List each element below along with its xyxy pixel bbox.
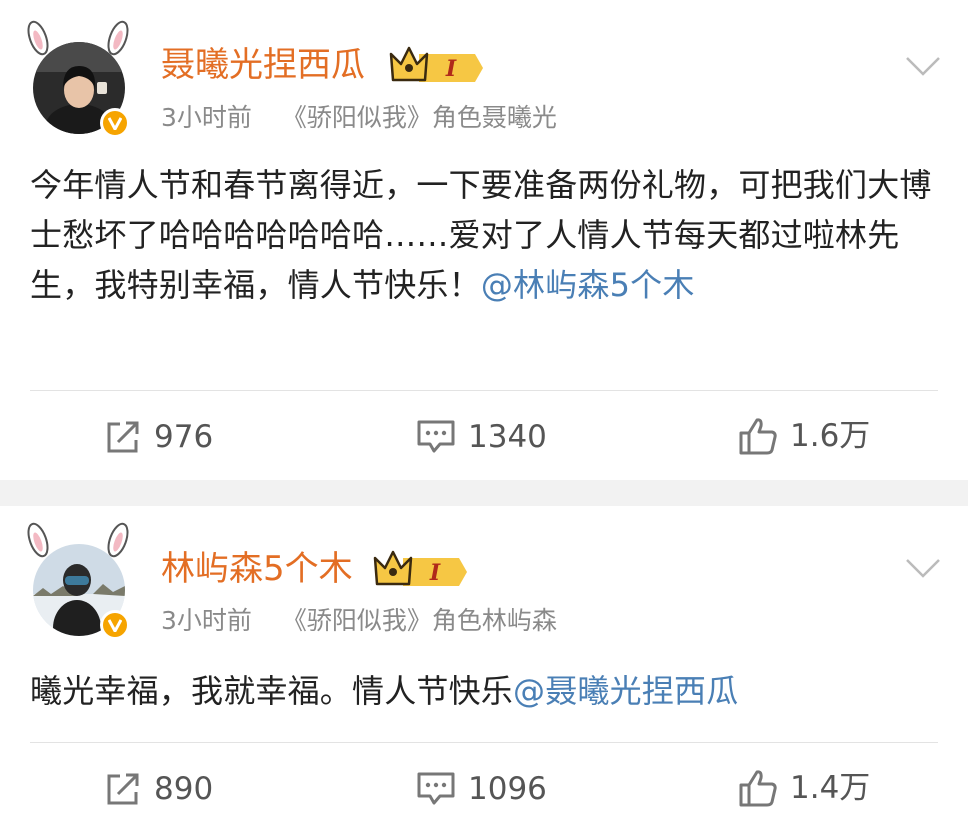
post-body: 曦光幸福，我就幸福。情人节快乐 [30, 672, 514, 710]
weibo-post-card: 聂曦光捏西瓜 I 3小时前 《骄阳似我》角色聂曦光 今年情人节和春节离得近，一下要… [0, 0, 968, 480]
comment-icon [417, 772, 455, 805]
verified-badge [100, 610, 130, 640]
like-icon [739, 418, 777, 455]
mention-link[interactable]: @聂曦光捏西瓜 [513, 672, 738, 710]
post-source[interactable]: 《骄阳似我》角色聂曦光 [282, 103, 557, 132]
repost-icon [107, 773, 139, 805]
verified-v-icon [108, 116, 122, 130]
comment-count: 1096 [468, 770, 547, 807]
like-count: 1.6万 [790, 417, 871, 454]
mention-link[interactable]: @林屿森5个木 [481, 266, 695, 304]
repost-count: 890 [154, 770, 214, 807]
like-button[interactable]: 1.6万 [738, 416, 870, 456]
post-source[interactable]: 《骄阳似我》角色林屿森 [282, 606, 557, 635]
post-meta: 3小时前 《骄阳似我》角色聂曦光 [161, 105, 557, 130]
weibo-post-card: 林屿森5个木 I 3小时前 《骄阳似我》角色林屿森 曦光幸福，我就幸福。情人节快乐… [0, 506, 968, 832]
comment-button[interactable]: 1340 [416, 418, 547, 456]
verified-v-icon [108, 618, 122, 632]
divider [30, 742, 938, 743]
level-label: I [429, 560, 441, 586]
repost-button[interactable]: 976 [104, 418, 213, 456]
username[interactable]: 林屿森5个木 [161, 552, 353, 586]
post-time: 3小时前 [161, 103, 252, 132]
chevron-down-icon[interactable] [905, 558, 941, 578]
divider [30, 390, 938, 391]
crown-level-icon[interactable]: I [373, 548, 469, 590]
post-text: 今年情人节和春节离得近，一下要准备两份礼物，可把我们大博士愁坏了哈哈哈哈哈哈哈…… [30, 160, 940, 310]
username[interactable]: 聂曦光捏西瓜 [161, 48, 365, 82]
chevron-down-icon[interactable] [905, 56, 941, 76]
repost-button[interactable]: 890 [104, 770, 213, 808]
repost-icon [107, 421, 139, 453]
repost-count: 976 [154, 418, 214, 455]
crown-level-icon[interactable]: I [389, 44, 485, 86]
like-count: 1.4万 [790, 769, 871, 806]
comment-icon [417, 420, 455, 453]
like-icon [739, 770, 777, 807]
post-meta: 3小时前 《骄阳似我》角色林屿森 [161, 608, 557, 633]
post-text: 曦光幸福，我就幸福。情人节快乐@聂曦光捏西瓜 [30, 666, 940, 716]
verified-badge [100, 108, 130, 138]
post-time: 3小时前 [161, 606, 252, 635]
level-label: I [445, 56, 457, 82]
comment-button[interactable]: 1096 [416, 770, 547, 808]
comment-count: 1340 [468, 418, 547, 455]
like-button[interactable]: 1.4万 [738, 768, 870, 808]
